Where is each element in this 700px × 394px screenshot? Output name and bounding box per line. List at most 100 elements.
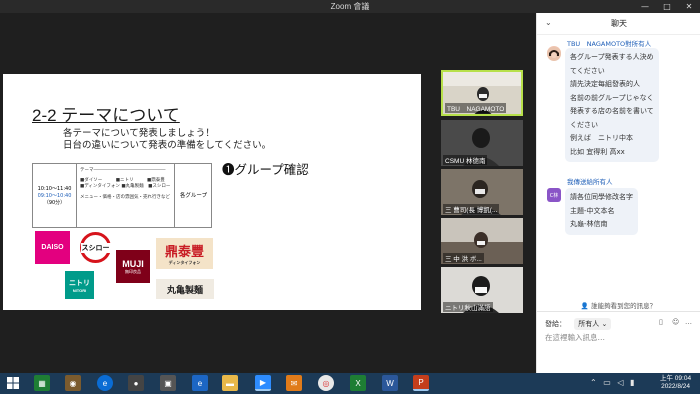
clock-date: 2022/8/24 [661,383,690,390]
participant-tile[interactable]: TBU NAGAMOTO [441,70,523,116]
who-can-see-link[interactable]: 👤 誰能夠看到您的訊息？ [537,300,700,310]
schedule-theme-label: テーマ―――――――――――――――― [80,168,166,173]
chat-message-line: ください [570,120,598,129]
schedule-theme-cell: テーマ―――――――――――――――― ■ダイソー ■ニトリ ■鼎泰豊 ■ディン… [77,164,175,227]
spreadsheet-app-icon[interactable]: ▦ [34,375,50,391]
windows-logo [7,377,19,389]
shared-slide: 2-2 テーマについて 各テーマについて発表しましょう！ 日台の違いについて発表… [3,74,421,310]
chat-message-line: 例えば ニトリ中本 [570,134,633,142]
zoom-window: Zoom 會議 — □ ✕ 2-2 テーマについて 各テーマについて発表しましょ… [0,0,700,373]
clock-time: 上午 09:04 [660,375,692,382]
windows-start-icon[interactable] [5,375,21,391]
avatar: C林 [547,188,561,202]
send-to-row: 發給： 所有人 ⌄ [545,318,612,330]
chat-sender: 我傳送給所有人 [567,178,613,186]
participant-tile[interactable]: 三 中 洪 ボ... [441,218,523,264]
chrome-icon[interactable]: ◎ [318,375,334,391]
taskbar: ▦ ◉ e ● ▣ e ▬ ▶ ✉ ◎ X W P ⌃ ▭ ◁ ▮ 上午 09:… [0,373,700,394]
participant-tile[interactable]: CSMU 林德南 [441,120,523,166]
chat-message-line: 各グループ発表する人決め [570,53,654,61]
participant-tile[interactable]: 三 曹司(長 博凱(... [441,169,523,215]
recipient-dropdown[interactable]: 所有人 ⌄ [574,318,612,330]
muji-logo: MUJI 無印良品 [116,250,150,283]
chat-message-line: 丸龜-林信南 [570,220,608,228]
network-icon[interactable]: ▭ [603,378,611,387]
schedule-duration: （90分） [43,200,66,206]
powerpoint-icon[interactable]: P [413,375,429,391]
volume-icon[interactable]: ◁ [617,378,623,387]
sushiro-logo-text: スシロー [80,242,111,253]
nitori-logo-text: ニトリ [69,279,90,287]
sushiro-logo: スシロー [78,231,113,264]
chat-message: 請各位同學修改名字 主題-中文本名 丸龜-林信南 [565,188,638,235]
dintaifung-logo-text: 鼎泰豐 [164,244,204,259]
chat-sender: TBU NAGAMOTO對所有人 [567,40,652,48]
zoom-app-icon[interactable]: ▶ [255,375,271,391]
participant-name: TBU NAGAMOTO [445,103,507,113]
app-icon[interactable]: ▣ [160,375,176,391]
chat-message-line: 名前の前グループじゃなく [570,93,654,102]
chat-message-line: 発表する店の名前を書いて [570,107,654,115]
slide-title: 2-2 テーマについて [32,106,180,125]
schedule-theme-list: ■ダイソー ■ニトリ ■鼎泰豊 ■ディンタイフォン ■丸亀製麺 ■スシロー [80,177,171,190]
excel-icon[interactable]: X [350,375,366,391]
battery-icon[interactable]: ▮ [630,378,634,387]
schedule-table: 10:10～11:40 09:10～10:40 （90分） テーマ―――――――… [32,163,212,228]
internet-explorer-icon[interactable]: e [192,375,208,391]
schedule-menu-note: メニュー・価格・店の雰囲気・売れ行きなど [80,194,170,200]
schedule-group-cell: 各グループ [179,193,208,199]
chevron-down-icon: ⌄ [601,320,608,328]
chat-message-line: 比如 宜得利 高xx [570,147,625,156]
participant-name: 三 中 洪 ボ... [443,253,484,263]
group-check-heading: ❶グループ確認 [222,163,309,177]
schedule-time-cell: 10:10～11:40 09:10～10:40 （90分） [33,164,77,227]
chat-title: 聊天 [611,19,627,28]
person-icon: 👤 [580,302,589,310]
divider [537,311,700,312]
chat-message-line: 請先決定每組發表的人 [570,80,640,88]
dintaifung-logo: 鼎泰豐 ディンタイフォン [156,238,213,269]
chat-input[interactable]: 在這裡輸入訊息… [545,332,605,343]
send-to-label: 發給： [545,320,566,328]
chat-message-line: 主題-中文本名 [570,206,615,215]
daiso-logo: DAISO [35,231,70,264]
schedule-time-1: 10:10～11:40 [37,186,72,192]
more-icon[interactable]: … [685,318,692,326]
system-tray: ⌃ ▭ ◁ ▮ [590,378,634,387]
minimize-icon[interactable]: — [634,0,656,13]
participant-tile[interactable]: ニトリ秋山滿語 [441,267,523,313]
camera-app-icon[interactable]: ● [128,375,144,391]
muji-logo-text: MUJI [122,258,144,269]
schedule-time-2: 09:10～10:40 [37,193,72,199]
window-title: Zoom 會議 [330,2,370,11]
participant-name: ニトリ秋山滿語 [443,302,493,312]
dintaifung-logo-subtext: ディンタイフォン [168,260,201,265]
chat-header: ⌄ 聊天 [537,13,700,35]
word-icon[interactable]: W [382,375,398,391]
chevron-up-icon[interactable]: ⌃ [590,378,597,387]
edge-icon[interactable]: e [97,375,113,391]
muji-logo-subtext: 無印良品 [125,268,141,274]
nitori-logo: ニトリ NITORI [65,271,94,299]
maximize-icon[interactable]: □ [656,0,678,13]
recipient-value: 所有人 [578,320,600,328]
close-icon[interactable]: ✕ [678,0,700,13]
outlook-icon[interactable]: ✉ [286,375,302,391]
who-can-see-text: 誰能夠看到您的訊息？ [591,302,657,310]
file-explorer-icon[interactable]: ▬ [222,375,238,391]
slide-instruction-2: 日台の違いについて発表の準備をしてください。 [63,140,272,151]
app-icon[interactable]: ◉ [65,375,81,391]
chat-message-line: てください [570,66,605,75]
participant-name: 三 曹司(長 博凱(... [443,204,500,214]
title-bar: Zoom 會議 — □ ✕ [0,0,700,13]
participant-name: CSMU 林德南 [443,155,488,165]
emoji-icon[interactable]: ☺ [672,318,679,326]
chat-message-line: 請各位同學修改名字 [570,193,633,201]
marugame-logo: 丸亀製麺 [156,279,214,299]
chat-message: 各グループ発表する人決め てください 請先決定每組發表的人 名前の前グループじゃ… [565,48,659,162]
nitori-logo-subtext: NITORI [72,287,87,293]
chat-panel: ⌄ 聊天 TBU NAGAMOTO對所有人 各グループ発表する人決め てください… [536,13,700,373]
file-icon[interactable]: ▯ [659,318,663,326]
taskbar-clock[interactable]: 上午 09:04 2022/8/24 [660,375,691,391]
avatar-image [547,47,561,61]
